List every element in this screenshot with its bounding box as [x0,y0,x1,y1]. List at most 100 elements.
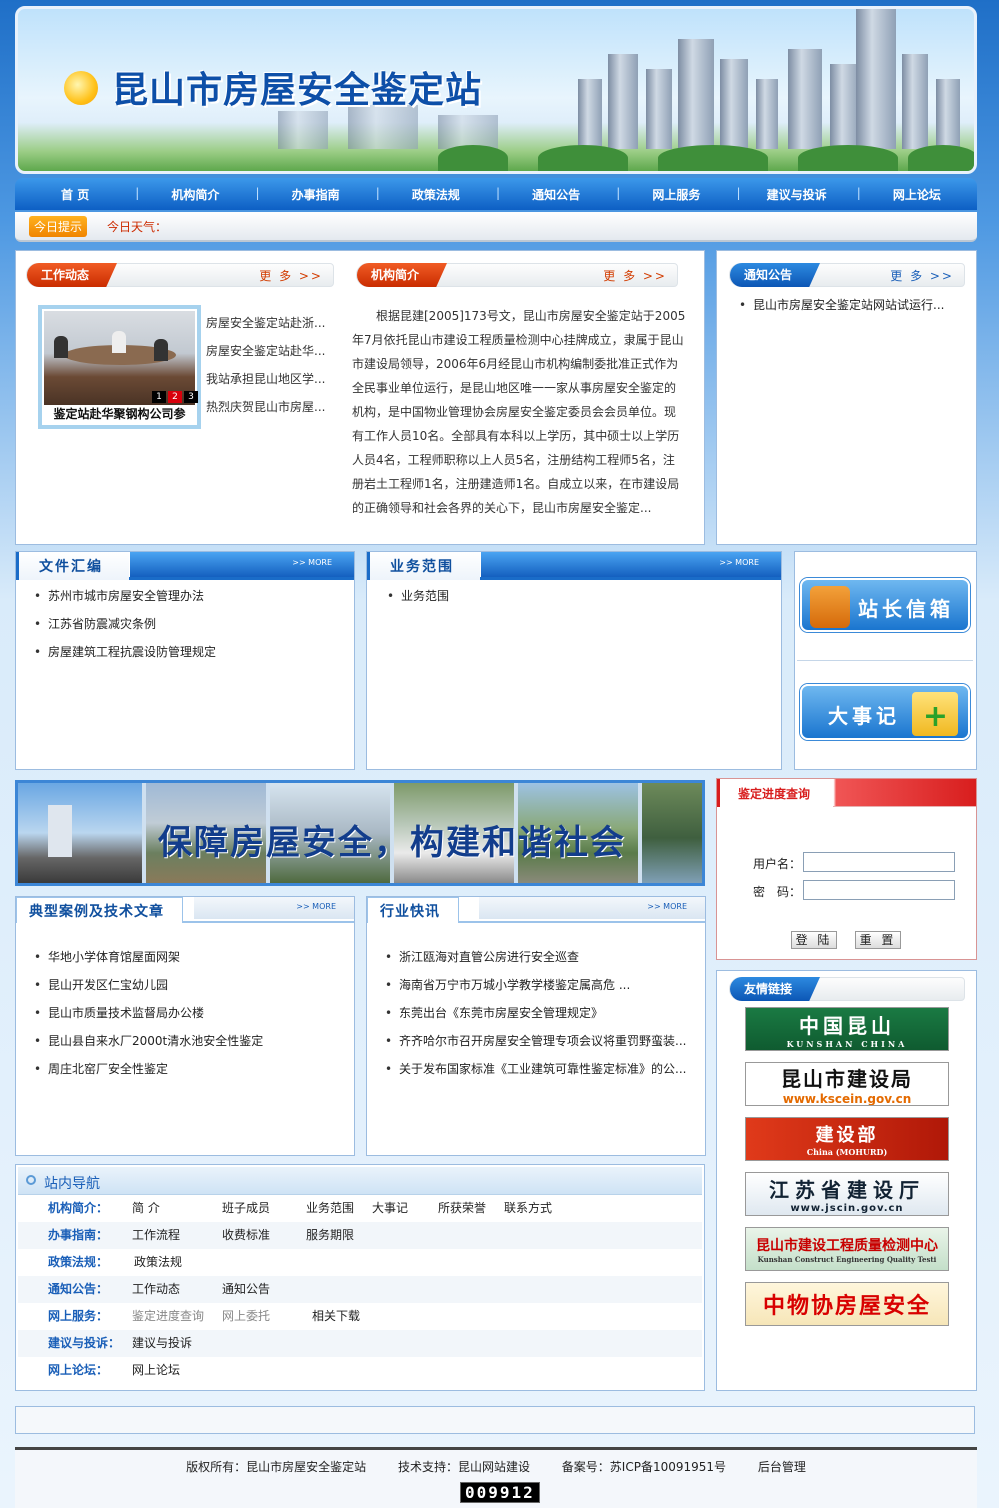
site-nav-link[interactable]: 班子成员 [222,1195,270,1222]
work-news-title: 工作动态 [27,263,118,287]
notice-header: 通知公告 更 多 >> [729,263,965,287]
site-nav-link[interactable]: 联系方式 [504,1195,552,1222]
weather-label: 今日天气： [107,219,168,234]
industry-item[interactable]: 浙江瓯海对直管公房进行安全巡查 [383,943,699,971]
site-nav-link[interactable]: 大事记 [372,1195,408,1222]
login-button[interactable]: 登 陆 [791,931,837,949]
work-news-item[interactable]: 我站承担昆山地区学... [206,365,336,393]
intro-more-link[interactable]: 更 多 >> [603,264,667,288]
tip-badge: 今日提示 [29,215,88,237]
friend-links-title: 友情链接 [730,977,821,1001]
site-nav-link[interactable]: 工作流程 [132,1222,180,1249]
site-nav-link[interactable]: 网上论坛 [132,1357,180,1384]
site-nav-link[interactable]: 网上委托 [222,1303,270,1330]
username-input[interactable] [803,852,955,872]
nav-guide[interactable]: 办事指南 [256,186,376,203]
nav-about[interactable]: 机构简介 [135,186,255,203]
friend-link-kunshan[interactable]: 中国昆山 KUNSHAN CHINA [745,1007,949,1051]
nav-home[interactable]: 首 页 [15,186,135,203]
docs-item[interactable]: 苏州市城市房屋安全管理办法 [32,582,342,610]
side-buttons-panel: 站长信箱 大事记 + [794,551,977,770]
friend-link-kscein[interactable]: 昆山市建设局 www.kscein.gov.cn [745,1062,949,1106]
slide-page-3[interactable]: 3 [184,391,198,403]
nav-feedback[interactable]: 建议与投诉 [737,186,857,203]
slide-page-1[interactable]: 1 [152,391,166,403]
cases-item[interactable]: 华地小学体育馆屋面网架 [32,943,348,971]
password-row: 密 码： [753,880,955,900]
site-nav-link[interactable]: 建议与投诉 [132,1330,192,1357]
docs-item[interactable]: 江苏省防震减灾条例 [32,610,342,638]
cases-item[interactable]: 昆山县自来水厂2000t清水池安全性鉴定 [32,1027,348,1055]
slogan-banner: 保障房屋安全，构建和谐社会 [15,780,705,886]
cases-item[interactable]: 周庄北窑厂安全性鉴定 [32,1055,348,1083]
work-news-item[interactable]: 房屋安全鉴定站赴浙... [206,309,336,337]
notice-item[interactable]: 昆山市房屋安全鉴定站网站试运行... [737,293,967,317]
site-nav-link[interactable]: 相关下载 [312,1303,360,1330]
work-news-more-link[interactable]: 更 多 >> [259,264,323,288]
cases-item[interactable]: 昆山开发区仁宝幼儿园 [32,971,348,999]
docs-header: 文件汇编 >> MORE [16,552,354,580]
site-nav-row: 机构简介： 简 介 班子成员 业务范围 大事记 所获荣誉 联系方式 [18,1195,702,1222]
friend-link-cpma[interactable]: 中物协房屋安全 [745,1282,949,1326]
industry-item[interactable]: 东莞出台《东莞市房屋安全管理规定》 [383,999,699,1027]
cases-panel: 典型案例及技术文章 >> MORE 华地小学体育馆屋面网架 昆山开发区仁宝幼儿园… [15,896,355,1156]
docs-more-link[interactable]: >> MORE [292,558,332,567]
site-nav-row: 办事指南： 工作流程 收费标准 服务期限 [18,1222,702,1249]
site-nav-link[interactable]: 服务期限 [306,1222,354,1249]
intro-text: 根据昆建[2005]173号文，昆山市房屋安全鉴定站于2005年7月依托昆山市建… [352,309,686,515]
site-nav-link[interactable]: 所获荣誉 [438,1195,486,1222]
site-nav-row: 建议与投诉： 建议与投诉 [18,1330,702,1357]
events-label: 大事记 [828,704,900,728]
footer: 版权所有：昆山市房屋安全鉴定站 技术支持：昆山网站建设 备案号：苏ICP备100… [15,1447,977,1508]
nav-forum[interactable]: 网上论坛 [857,186,977,203]
slide-pager: 1 2 3 [152,391,198,403]
friend-link-quality-center[interactable]: 昆山市建设工程质量检测中心 Kunshan Construct Engineer… [745,1227,949,1271]
slide-page-2[interactable]: 2 [168,391,182,403]
password-input[interactable] [803,880,955,900]
nav-online-service[interactable]: 网上服务 [616,186,736,203]
site-nav-link[interactable]: 通知公告 [222,1276,270,1303]
site-nav-link[interactable]: 政策法规 [134,1249,182,1276]
industry-item[interactable]: 海南省万宁市万城小学教学楼鉴定属高危 ... [383,971,699,999]
industry-title: 行业快讯 [367,897,459,923]
friend-link-mohurd[interactable]: 建设部 China (MOHURD) [745,1117,949,1161]
scope-panel: 业务范围 >> MORE 业务范围 [366,551,782,770]
reset-button[interactable]: 重 置 [855,931,901,949]
mailbox-label: 站长信箱 [858,597,954,621]
site-nav-link[interactable]: 业务范围 [306,1195,354,1222]
notice-more-link[interactable]: 更 多 >> [890,264,954,288]
industry-item[interactable]: 齐齐哈尔市召开房屋安全管理专项会议将重罚野蛮装... [383,1027,699,1055]
cases-item[interactable]: 昆山市质量技术监督局办公楼 [32,999,348,1027]
work-news-item[interactable]: 房屋安全鉴定站赴华... [206,337,336,365]
slogan-text: 保障房屋安全，构建和谐社会 [158,823,626,863]
tech-support-link[interactable]: 技术支持：昆山网站建设 [398,1460,530,1474]
visit-counter: 009912 [460,1482,540,1503]
site-nav-link[interactable]: 鉴定进度查询 [132,1303,204,1330]
scope-more-link[interactable]: >> MORE [719,558,759,567]
industry-more-link[interactable]: >> MORE [647,902,687,911]
cases-more-link[interactable]: >> MORE [296,902,336,911]
cases-title: 典型案例及技术文章 [16,897,183,923]
friend-link-jscin[interactable]: 江苏省建设厅 www.jscin.gov.cn [745,1172,949,1216]
scope-title: 业务范围 [367,552,480,580]
site-nav-row: 网上服务： 鉴定进度查询 网上委托 相关下载 [18,1303,702,1330]
site-nav-link[interactable]: 简 介 [132,1195,160,1222]
site-nav-link[interactable]: 工作动态 [132,1276,180,1303]
icp-text[interactable]: 备案号：苏ICP备10091951号 [562,1460,726,1474]
site-nav-link[interactable]: 收费标准 [222,1222,270,1249]
copyright-text: 版权所有：昆山市房屋安全鉴定站 [186,1460,367,1474]
industry-item[interactable]: 关于发布国家标准《工业建筑可靠性鉴定标准》的公... [383,1055,699,1083]
work-news-item[interactable]: 热烈庆贺昆山市房屋... [206,393,336,421]
news-photo[interactable]: 1 2 3 鉴定站赴华聚钢构公司参 [38,305,201,429]
friend-links-panel: 友情链接 中国昆山 KUNSHAN CHINA 昆山市建设局 www.kscei… [716,970,977,1391]
nav-notice[interactable]: 通知公告 [496,186,616,203]
events-button[interactable]: 大事记 + [800,684,970,740]
scope-item[interactable]: 业务范围 [385,582,765,610]
industry-header: 行业快讯 >> MORE [367,897,705,923]
progress-query-panel: 鉴定进度查询 用户名： 密 码： 登 陆 重 置 [716,778,977,960]
admin-link[interactable]: 后台管理 [758,1460,806,1474]
nav-policy[interactable]: 政策法规 [376,186,496,203]
mailbox-button[interactable]: 站长信箱 [800,578,970,632]
scope-header: 业务范围 >> MORE [367,552,781,580]
docs-item[interactable]: 房屋建筑工程抗震设防管理规定 [32,638,342,666]
